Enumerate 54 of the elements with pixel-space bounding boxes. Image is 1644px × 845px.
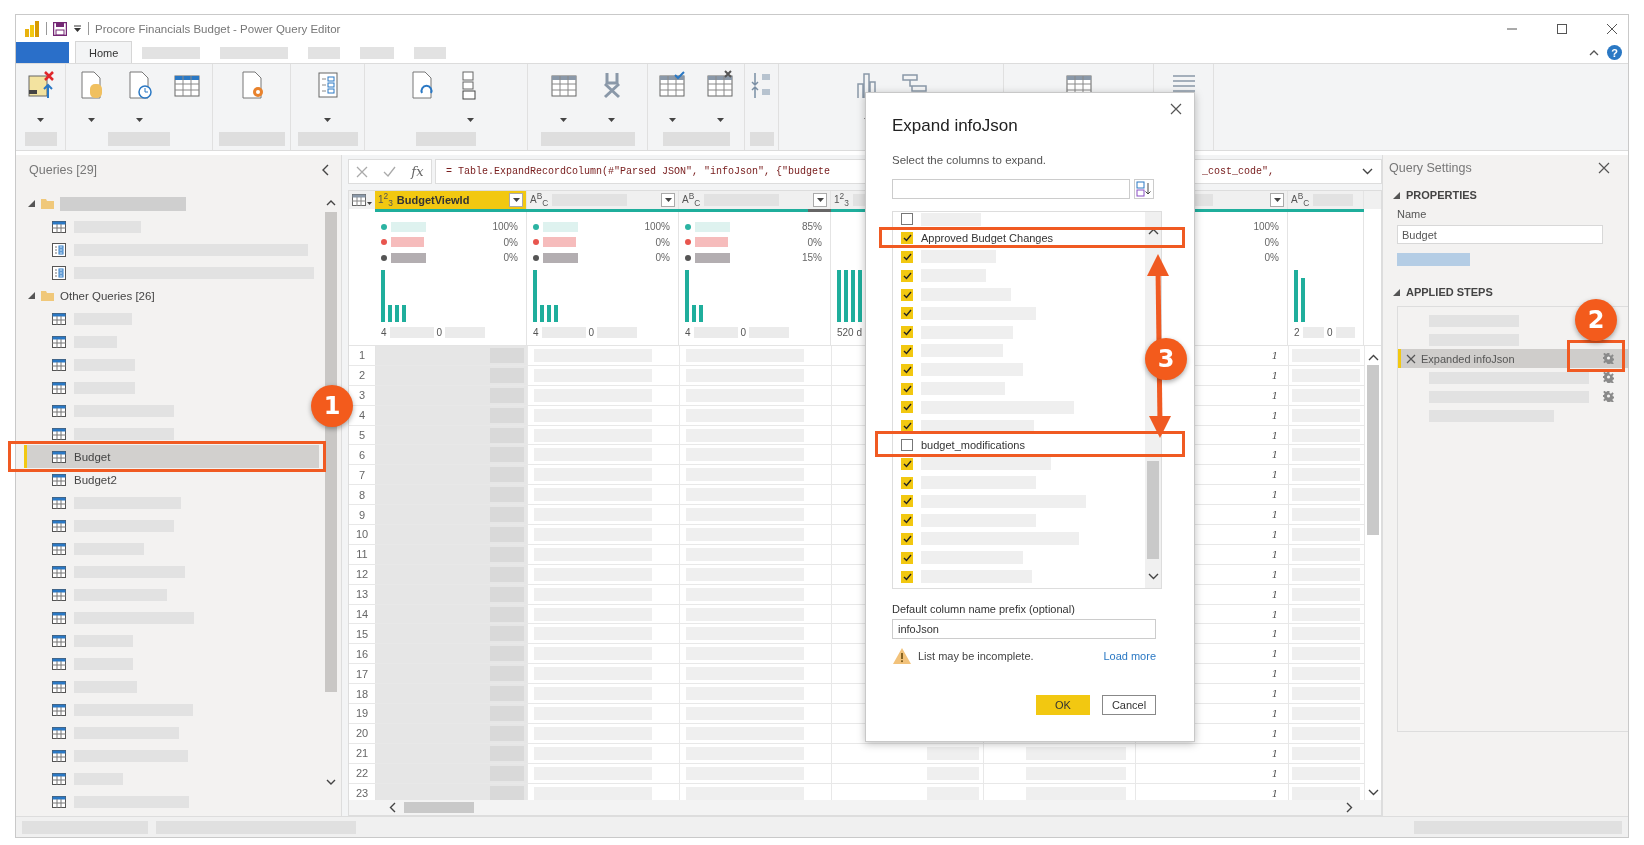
window-title: Procore Financials Budget - Power Query Editor bbox=[95, 22, 341, 35]
table-cell-text: 1 bbox=[1271, 787, 1279, 799]
table-cell-text: 1 bbox=[1271, 548, 1279, 560]
unique-count: 0 bbox=[1326, 326, 1333, 338]
table-cell-text: 1 bbox=[1271, 369, 1279, 381]
dialog-title: Expand infoJson bbox=[892, 116, 1019, 136]
table-cell-text: 1 bbox=[1271, 668, 1279, 680]
section-heading: APPLIED STEPS bbox=[1406, 286, 1493, 298]
error-percent: 0% bbox=[503, 236, 518, 248]
table-cell-text: 1 bbox=[1271, 528, 1279, 540]
table-cell-text: 1 bbox=[1271, 409, 1279, 421]
empty-percent: 15% bbox=[802, 252, 822, 264]
unique-count: 0 bbox=[436, 326, 443, 338]
panel-title: Queries [29] bbox=[29, 163, 98, 177]
table-cell-text: 1 bbox=[1271, 489, 1279, 501]
table-cell-text: 1 bbox=[1271, 429, 1279, 441]
table-cell-text: 1 bbox=[1271, 648, 1279, 660]
table-cell-text: 1 bbox=[1271, 509, 1279, 521]
valid-percent: 100% bbox=[492, 221, 518, 233]
panel-title: Query Settings bbox=[1389, 161, 1472, 175]
unique-count: 0 bbox=[588, 326, 595, 338]
distinct-count: 2 bbox=[1294, 326, 1300, 338]
error-percent: 0% bbox=[1264, 236, 1279, 248]
error-percent: 0% bbox=[655, 236, 670, 248]
table-cell-text: 1 bbox=[1271, 767, 1279, 779]
distinct-count: 4 bbox=[533, 326, 539, 338]
table-cell-text: 1 bbox=[1271, 588, 1279, 600]
distinct-count: 4 bbox=[381, 326, 387, 338]
field-label: Default column name prefix (optional) bbox=[892, 603, 1076, 615]
valid-percent: 100% bbox=[1253, 221, 1279, 233]
table-cell-text: 1 bbox=[1271, 688, 1279, 700]
field-label: Name bbox=[1397, 208, 1428, 220]
empty-percent: 0% bbox=[655, 252, 670, 264]
warning-message: List may be incomplete. bbox=[918, 650, 1034, 662]
table-cell-text: 1 bbox=[1271, 349, 1279, 361]
distinct-count: 4 bbox=[685, 326, 691, 338]
table-cell-text: 1 bbox=[1271, 727, 1279, 739]
distinct-count: 520 d bbox=[837, 326, 863, 338]
error-percent: 0% bbox=[807, 236, 822, 248]
table-cell-text: 1 bbox=[1271, 449, 1279, 461]
table-cell-text: 1 bbox=[1271, 608, 1279, 620]
empty-percent: 0% bbox=[503, 252, 518, 264]
valid-percent: 100% bbox=[644, 221, 670, 233]
empty-percent: 0% bbox=[1264, 252, 1279, 264]
table-cell-text: 1 bbox=[1271, 389, 1279, 401]
table-cell-text: 1 bbox=[1271, 747, 1279, 759]
table-cell-text: 1 bbox=[1271, 707, 1279, 719]
section-heading: PROPERTIES bbox=[1406, 189, 1477, 201]
table-cell-text: 1 bbox=[1271, 628, 1279, 640]
unique-count: 0 bbox=[740, 326, 747, 338]
table-cell-text: 1 bbox=[1271, 469, 1279, 481]
valid-percent: 85% bbox=[802, 221, 822, 233]
table-cell-text: 1 bbox=[1271, 568, 1279, 580]
dialog-instructions: Select the columns to expand. bbox=[892, 154, 1048, 166]
